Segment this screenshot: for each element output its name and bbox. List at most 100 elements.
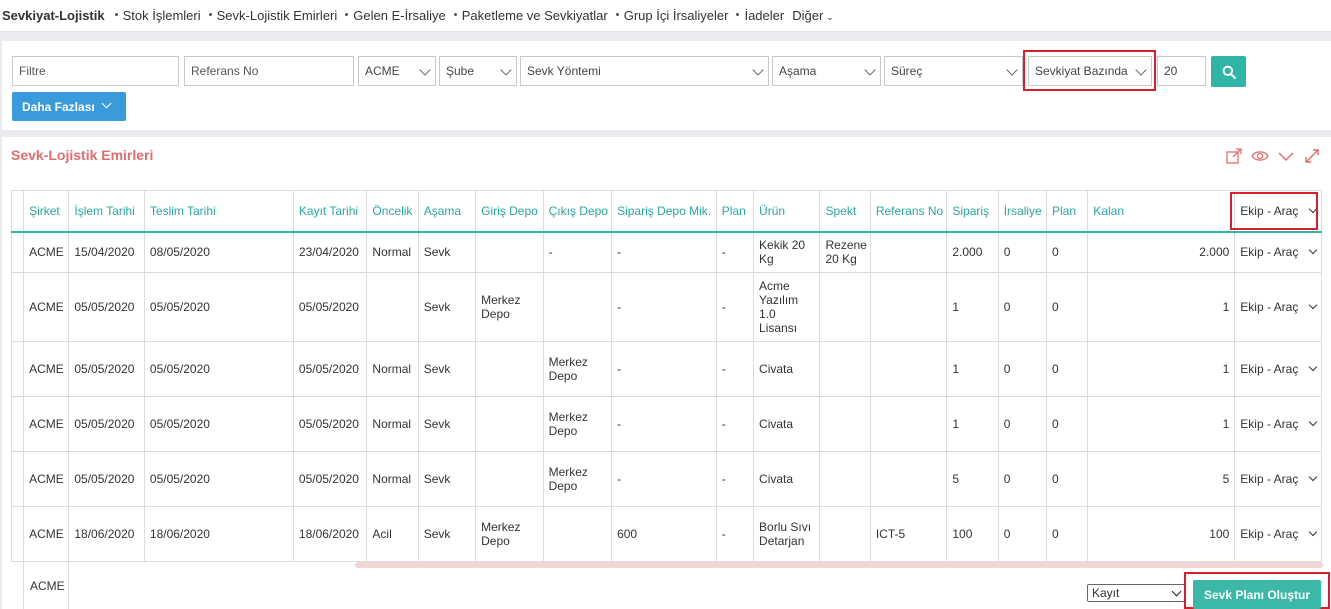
col-handle [10,190,25,233]
table-row-partial: ACME [23,562,69,609]
cell-ekip-arac[interactable]: Ekip - Araç [1234,272,1322,342]
cell-referans-no [869,341,948,397]
col-urun[interactable]: Ürün [753,190,821,233]
collapse-icon[interactable] [1277,147,1295,165]
cell-oncelik [366,272,419,342]
cell-plan: - [715,341,755,397]
filter-input[interactable]: Filtre [12,56,179,86]
cell-irsaliye: 0 [997,506,1048,562]
table-row[interactable]: ACME 05/05/2020 05/05/2020 05/05/2020 Normal… [10,341,1322,397]
nav-item-grup-ici[interactable]: Grup İçi İrsaliyeler [615,8,728,23]
cell-plan: - [715,451,755,507]
col-kalan[interactable]: Kalan [1087,190,1236,233]
process-select[interactable]: Süreç [884,56,1023,86]
reference-no-input[interactable]: Referans No [184,56,354,86]
nav-brand[interactable]: Sevkiyat-Lojistik [2,8,105,23]
nav-item-sevk-lojistik-emirleri[interactable]: Sevk-Lojistik Emirleri [208,8,337,23]
col-teslim-tarihi[interactable]: Teslim Tarihi [143,190,294,233]
row-handle [10,396,25,452]
cell-sirket: ACME [23,506,70,562]
cell-kayit-tarihi: 23/04/2020 [292,231,368,273]
eye-icon[interactable] [1251,147,1269,165]
row-handle [10,272,25,342]
col-plan[interactable]: Plan [715,190,755,233]
cell-urun[interactable]: Civata [753,341,821,397]
cell-kalan: 100 [1087,506,1236,562]
cell-ekip-arac[interactable]: Ekip - Araç [1234,341,1322,397]
nav-item-paketleme[interactable]: Paketleme ve Sevkiyatlar [453,8,608,23]
cell-ekip-arac[interactable]: Ekip - Araç [1234,451,1322,507]
cell-teslim-tarihi: 08/05/2020 [143,231,294,273]
branch-select[interactable]: Şube [439,56,517,86]
search-button[interactable] [1211,56,1246,87]
table-row[interactable]: ACME 05/05/2020 05/05/2020 05/05/2020 Sevk Me… [10,272,1322,342]
col-oncelik[interactable]: Öncelik [366,190,419,233]
table-row[interactable]: ACME 05/05/2020 05/05/2020 05/05/2020 Normal… [10,396,1322,452]
cell-plan-2: 0 [1046,272,1089,342]
cell-asama: Sevk [417,396,477,452]
cell-ekip-arac[interactable]: Ekip - Araç [1234,231,1322,273]
cell-asama: Sevk [417,451,477,507]
nav-item-stok[interactable]: Stok İşlemleri [114,8,201,23]
col-referans-no[interactable]: Referans No [869,190,948,233]
col-sirket[interactable]: Şirket [23,190,70,233]
cell-kayit-tarihi: 05/05/2020 [292,341,368,397]
highlight-box [1023,50,1156,91]
col-plan-2[interactable]: Plan [1046,190,1089,233]
cell-sirket: ACME [23,272,70,342]
col-spekt[interactable]: Spekt [819,190,871,233]
cell-siparis: 1 [946,341,999,397]
company-select[interactable]: ACME [358,56,436,86]
row-handle [10,341,25,397]
cell-ekip-arac[interactable]: Ekip - Araç [1234,506,1322,562]
cell-teslim-tarihi: 05/05/2020 [143,272,294,342]
col-asama[interactable]: Aşama [417,190,477,233]
cell-siparis-depo-mik: 600 [611,506,717,562]
cell-ekip-arac[interactable]: Ekip - Araç [1234,396,1322,452]
expand-icon[interactable] [1303,147,1321,165]
cell-urun[interactable]: Borlu Sıvı Detarjan [753,506,821,562]
chevron-down-icon [1308,472,1318,482]
cell-urun[interactable]: Acme Yazılım 1.0 Lisansı [753,272,821,342]
chevron-down-icon [1308,362,1318,372]
nav-item-gelen-e-irsaliye[interactable]: Gelen E-İrsaliye [345,8,446,23]
col-kayit-tarihi[interactable]: Kayıt Tarihi [292,190,368,233]
table-row[interactable]: ACME 15/04/2020 08/05/2020 23/04/2020 Normal… [10,231,1322,273]
more-filters-button[interactable]: Daha Fazlası [12,92,126,121]
cell-siparis-depo-mik: - [611,451,717,507]
cell-urun[interactable]: Civata [753,396,821,452]
nav-item-diger[interactable]: Diğer ⌄ [792,8,834,23]
table-row[interactable]: ACME 18/06/2020 18/06/2020 18/06/2020 Acil Se… [10,506,1322,562]
col-islem-tarihi[interactable]: İşlem Tarihi [68,190,145,233]
cell-giris-depo [475,396,544,452]
stage-select[interactable]: Aşama [772,56,881,86]
cell-cikis-depo [542,272,613,342]
cell-kayit-tarihi: 05/05/2020 [292,272,368,342]
export-icon[interactable] [1225,147,1243,165]
page-size-input[interactable]: 20 [1157,56,1206,86]
cell-plan-2: 0 [1046,451,1089,507]
col-cikis-depo[interactable]: Çıkış Depo [542,190,613,233]
row-handle [10,231,25,273]
table-row[interactable]: ACME 05/05/2020 05/05/2020 05/05/2020 Normal… [10,451,1322,507]
nav-item-iadeler[interactable]: İadeler [736,8,784,23]
col-siparis-depo-mik[interactable]: Sipariş Depo Mik. [611,190,717,233]
create-shipping-plan-button[interactable]: Sevk Planı Oluştur [1193,580,1321,609]
cell-siparis-depo-mik: - [611,231,717,273]
horizontal-scrollbar[interactable] [355,562,1323,568]
cell-urun[interactable]: Civata [753,451,821,507]
cell-urun[interactable]: Kekik 20 Kg [753,231,821,273]
cell-spekt: Rezene 20 Kg [819,231,871,273]
cell-kalan: 2.000 [1087,231,1236,273]
chevron-down-icon [1308,300,1318,310]
record-action-select[interactable]: Kayıt [1087,584,1186,602]
col-giris-depo[interactable]: Giriş Depo [475,190,544,233]
shipping-method-select[interactable]: Sevk Yöntemi [520,56,769,86]
cell-cikis-depo: Merkez Depo [542,396,613,452]
cell-teslim-tarihi: 05/05/2020 [143,451,294,507]
col-irsaliye[interactable]: İrsaliye [997,190,1048,233]
col-siparis[interactable]: Sipariş [946,190,999,233]
orders-table: Şirket İşlem Tarihi Teslim Tarihi Kayıt … [10,190,1322,562]
cell-plan: - [715,396,755,452]
cell-plan-2: 0 [1046,231,1089,273]
